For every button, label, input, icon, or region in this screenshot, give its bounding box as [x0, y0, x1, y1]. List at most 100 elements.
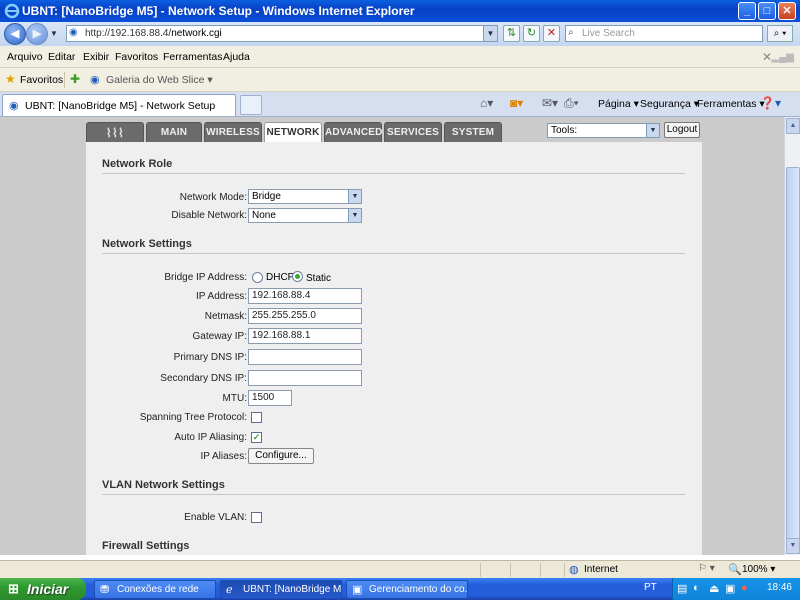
search-placeholder: Live Search [582, 28, 635, 39]
security-menu[interactable]: Segurança ▾ [640, 98, 699, 110]
signal-icon: ▂▄▆ [771, 52, 794, 63]
start-button[interactable]: ⊞ Iniciar [0, 578, 86, 600]
menu-ferramentas[interactable]: Ferramentas [163, 51, 223, 63]
favorites-button[interactable]: Favoritos [20, 74, 63, 86]
task-computer-management[interactable]: ▣ Gerenciamento do co... [346, 580, 468, 599]
ip-address-input[interactable]: 192.168.88.4 [248, 288, 362, 304]
taskbar: ⊞ Iniciar ⛃ Conexões de rede ℯ UBNT: [Na… [0, 578, 800, 600]
computer-management-icon: ▣ [352, 584, 363, 596]
minimize-button[interactable]: _ [738, 2, 756, 20]
search-input[interactable]: ⌕ Live Search [565, 25, 763, 42]
favorites-separator [64, 72, 65, 88]
compatibility-view-icon[interactable]: ⇅ [503, 25, 520, 42]
status-divider [540, 563, 541, 577]
primary-dns-label: Primary DNS IP: [173, 352, 247, 363]
address-url: http://192.168.88.4/network.cgi [85, 28, 222, 39]
url-path: network.cgi [171, 28, 222, 39]
secondary-dns-input[interactable] [248, 370, 362, 386]
tab-system[interactable]: SYSTEM [444, 122, 502, 142]
protected-mode-icon[interactable]: ⚐ ▾ [698, 563, 715, 574]
help-icon[interactable]: ❓▾ [760, 96, 781, 110]
tray-network-icon[interactable]: ▤ [677, 582, 687, 595]
menu-exibir[interactable]: Exibir [83, 51, 109, 63]
stp-checkbox[interactable] [251, 412, 262, 423]
task-label: Conexões de rede [117, 584, 199, 595]
task-network-connections[interactable]: ⛃ Conexões de rede [94, 580, 216, 599]
language-indicator[interactable]: PT [644, 582, 657, 593]
tab-advanced[interactable]: ADVANCED [324, 122, 382, 142]
menu-arquivo[interactable]: Arquivo [7, 51, 43, 63]
window-title-bar[interactable]: UBNT: [NanoBridge M5] - Network Setup - … [0, 0, 800, 22]
tray-security-icon[interactable]: ▣ [725, 582, 735, 595]
ie-logo-icon [4, 3, 20, 19]
gateway-label: Gateway IP: [192, 331, 247, 342]
primary-dns-input[interactable] [248, 349, 362, 365]
menu-ajuda[interactable]: Ajuda [223, 51, 250, 63]
history-dropdown-icon[interactable]: ▼ [50, 29, 58, 38]
forward-button[interactable]: ▶ [26, 23, 48, 45]
add-favorite-icon[interactable]: ✚ [70, 72, 80, 86]
ubnt-logo-tab[interactable]: ⌇⌇⌇ [86, 122, 144, 142]
gateway-input[interactable]: 192.168.88.1 [248, 328, 362, 344]
address-bar[interactable]: ◉ http://192.168.88.4/network.cgi ▼ [66, 25, 498, 42]
section-network-settings: Network Settings [102, 238, 685, 254]
configure-button[interactable]: Configure... [248, 448, 314, 464]
mail-icon[interactable]: ✉▾ [542, 96, 558, 110]
close-button[interactable]: ✕ [778, 2, 796, 20]
section-network-role: Network Role [102, 158, 685, 174]
tab-network[interactable]: NETWORK [264, 122, 322, 143]
tab-wireless[interactable]: WIRELESS [204, 122, 262, 142]
menu-editar[interactable]: Editar [48, 51, 75, 63]
static-radio[interactable] [292, 271, 303, 282]
disable-network-select[interactable]: None ▼ [248, 208, 362, 223]
feeds-icon[interactable]: ◙▾ [510, 96, 523, 110]
netmask-input[interactable]: 255.255.255.0 [248, 308, 362, 324]
zoom-level[interactable]: 100% ▾ [742, 564, 775, 575]
enable-vlan-checkbox[interactable] [251, 512, 262, 523]
ie-icon: ℯ [226, 584, 233, 596]
page-menu[interactable]: Página ▾ [598, 98, 639, 110]
tab-main[interactable]: MAIN [146, 122, 202, 142]
maximize-button[interactable]: □ [758, 2, 776, 20]
chevron-down-icon: ▼ [646, 124, 659, 137]
menubar-close-icon[interactable]: ✕ [762, 50, 772, 64]
scroll-thumb[interactable] [786, 167, 800, 547]
print-icon[interactable]: ⎙▾ [564, 96, 579, 111]
mtu-input[interactable]: 1500 [248, 390, 292, 406]
tab-row: ◉ UBNT: [NanoBridge M5] - Network Setup … [0, 92, 800, 117]
internet-zone-icon: ◍ [569, 564, 579, 576]
web-slice-gallery-link[interactable]: Galeria do Web Slice ▾ [106, 74, 213, 86]
vertical-scrollbar[interactable]: ▲ ▼ [784, 117, 800, 555]
network-mode-select[interactable]: Bridge ▼ [248, 189, 362, 204]
stp-label: Spanning Tree Protocol: [139, 412, 247, 423]
tray-alert-icon[interactable]: ● [741, 582, 748, 594]
search-button[interactable]: ⌕ ▾ [767, 25, 793, 42]
scroll-down-icon[interactable]: ▼ [786, 538, 800, 554]
status-divider [564, 563, 565, 577]
task-ie-ubnt[interactable]: ℯ UBNT: [NanoBridge M... [220, 580, 342, 599]
tools-select[interactable]: Tools: ▼ [547, 123, 660, 138]
address-dropdown-icon[interactable]: ▼ [483, 26, 497, 41]
status-divider [510, 563, 511, 577]
ip-aliases-label: IP Aliases: [200, 451, 247, 462]
tray-usb-icon[interactable]: ⏏ [709, 582, 719, 595]
logout-button[interactable]: Logout [664, 122, 700, 138]
stop-icon[interactable]: ✕ [543, 25, 560, 42]
refresh-icon[interactable]: ↻ [523, 25, 540, 42]
network-mode-label: Network Mode: [179, 192, 247, 203]
new-tab-button[interactable] [240, 95, 262, 115]
dhcp-radio[interactable] [252, 272, 263, 283]
tray-volume-icon[interactable]: ◐ [693, 582, 700, 594]
chevron-down-icon: ▼ [348, 190, 361, 203]
browser-tab[interactable]: ◉ UBNT: [NanoBridge M5] - Network Setup [2, 94, 236, 116]
disable-network-label: Disable Network: [171, 210, 247, 221]
auto-ip-checkbox[interactable]: ✓ [251, 432, 262, 443]
static-label: Static [306, 273, 332, 284]
menu-favoritos[interactable]: Favoritos [115, 51, 158, 63]
tools-menu[interactable]: Ferramentas ▾ [697, 98, 765, 110]
page-content: ⌇⌇⌇ MAIN WIRELESS NETWORK ADVANCED SERVI… [0, 117, 784, 555]
scroll-up-icon[interactable]: ▲ [786, 118, 800, 134]
home-icon[interactable]: ⌂▾ [480, 96, 493, 110]
tab-services[interactable]: SERVICES [384, 122, 442, 142]
back-button[interactable]: ◀ [4, 23, 26, 45]
